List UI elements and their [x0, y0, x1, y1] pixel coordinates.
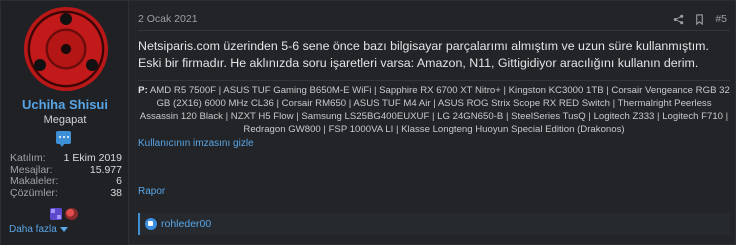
chevron-down-icon [59, 226, 68, 232]
stat-row: Katılım: 1 Ekim 2019 [10, 152, 122, 165]
username[interactable]: Uchiha Shisui [1, 97, 129, 112]
chat-bubble-icon [56, 131, 71, 147]
signature-text: AMD R5 7500F | ASUS TUF Gaming B650M-E W… [139, 85, 730, 135]
user-info-column: Uchiha Shisui Megapat Katılım: 1 Ekim 20… [1, 1, 129, 245]
stat-row: Çözümler: 38 [10, 186, 122, 200]
more-info-toggle[interactable]: Daha fazla [9, 224, 68, 235]
more-info-label: Daha fazla [9, 224, 57, 235]
user-stats: Katılım: 1 Ekim 2019 Mesajlar: 15.977 Ma… [10, 152, 122, 200]
report-link[interactable]: Rapor [138, 186, 165, 197]
bookmark-icon[interactable] [694, 13, 705, 25]
stat-value[interactable]: 38 [110, 187, 122, 200]
avatar[interactable] [24, 7, 108, 91]
user-badges [50, 208, 80, 220]
post-date[interactable]: 2 Ocak 2021 [138, 13, 198, 25]
reaction-user-link[interactable]: rohleder00 [161, 218, 211, 230]
like-icon [145, 218, 157, 230]
stat-label: Çözümler: [10, 186, 58, 199]
trophy-badge-icon[interactable] [50, 208, 62, 220]
divider [138, 80, 730, 81]
stat-label: Katılım: [10, 152, 46, 164]
post-tools: #5 [673, 13, 727, 25]
forum-post: Uchiha Shisui Megapat Katılım: 1 Ekim 20… [0, 0, 736, 245]
share-icon[interactable] [673, 14, 684, 25]
user-signature: P: AMD R5 7500F | ASUS TUF Gaming B650M-… [138, 84, 730, 136]
user-title: Megapat [43, 114, 87, 126]
signature-prefix: P: [138, 85, 148, 96]
post-body: Netsiparis.com üzerinden 5-6 sene önce b… [138, 39, 709, 70]
award-badge-icon[interactable] [65, 208, 78, 220]
stat-value: 1 Ekim 2019 [63, 152, 122, 164]
hide-signature-link[interactable]: Kullanıcının imzasını gizle [138, 138, 254, 149]
divider [138, 30, 730, 31]
post-number[interactable]: #5 [715, 13, 727, 25]
reactions-bar: rohleder00 [138, 213, 730, 235]
post-main: 2 Ocak 2021 #5 Netsiparis.com üzerinden … [129, 1, 736, 245]
